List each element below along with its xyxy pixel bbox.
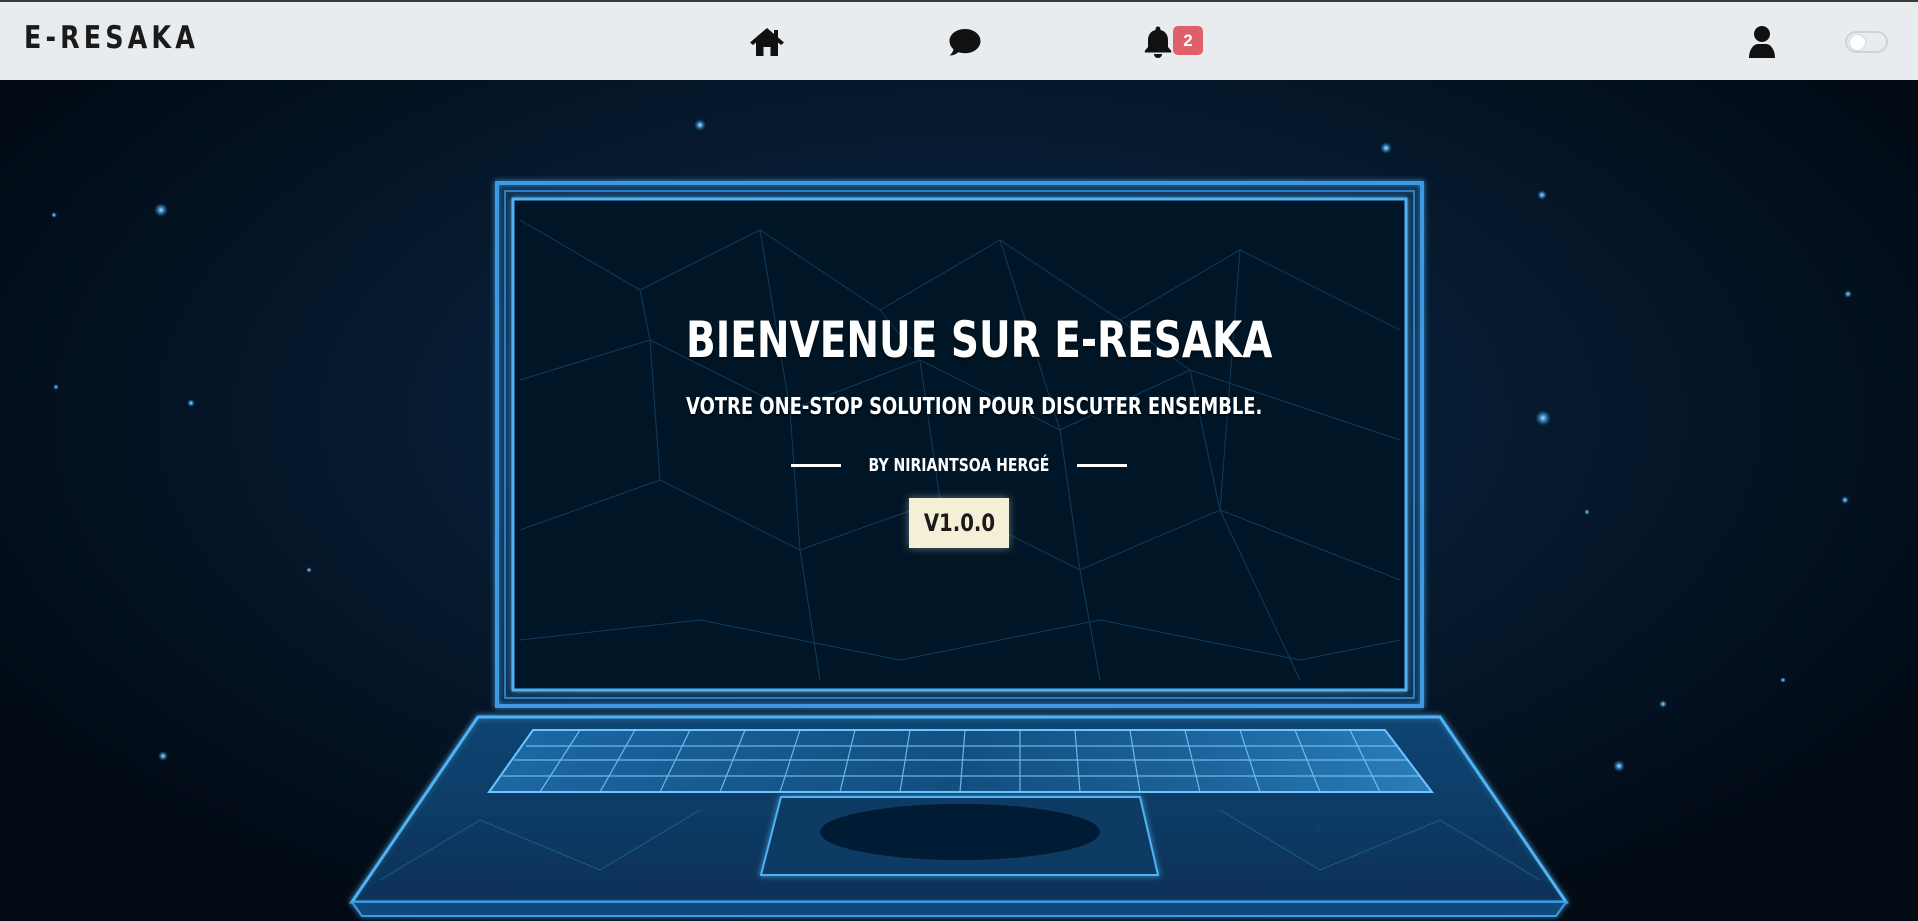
nav-notifications-button[interactable] [1139, 24, 1177, 60]
author-divider-left [791, 463, 842, 467]
user-icon [1749, 26, 1775, 58]
home-icon [750, 28, 784, 56]
laptop-trackpad [759, 796, 1160, 876]
version-badge: V1.0.0 [908, 498, 1010, 548]
hero-content: BIENVENUE SUR E-RESAKA VOTRE ONE-STOP SO… [609, 310, 1309, 548]
top-navbar: E-RESAKA 2 [0, 0, 1918, 80]
version-label: V1.0.0 [923, 509, 995, 537]
author-row: BY NIRIANTSOA HERGÉ [609, 452, 1309, 478]
author-credit: BY NIRIANTSOA HERGÉ [868, 454, 1050, 476]
nav-messages-button[interactable] [946, 24, 984, 60]
author-divider-right [1076, 463, 1127, 467]
brand-logo[interactable]: E-RESAKA [24, 20, 199, 56]
hero-banner: BIENVENUE SUR E-RESAKA VOTRE ONE-STOP SO… [0, 80, 1918, 921]
theme-toggle-switch[interactable] [1845, 31, 1888, 53]
nav-home-button[interactable] [748, 24, 786, 60]
nav-profile-button[interactable] [1743, 24, 1781, 60]
toggle-knob [1850, 35, 1865, 50]
hero-title: BIENVENUE SUR E-RESAKA [686, 311, 1273, 369]
laptop-keyboard [487, 729, 1435, 793]
hero-subtitle: VOTRE ONE-STOP SOLUTION POUR DISCUTER EN… [686, 394, 1263, 420]
bell-icon [1144, 26, 1172, 58]
notification-count-badge: 2 [1173, 26, 1203, 55]
chat-icon [949, 29, 981, 56]
